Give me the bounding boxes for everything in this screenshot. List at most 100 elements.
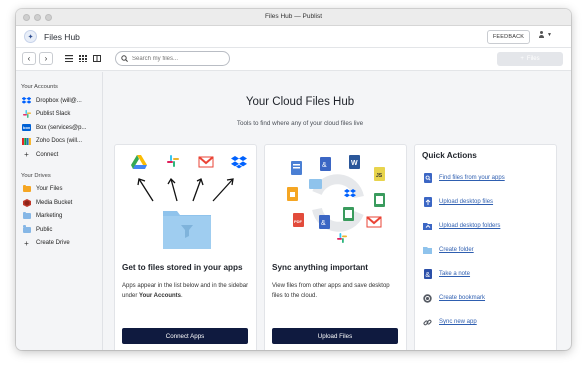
drives-heading: Your Drives <box>21 172 51 179</box>
card-body: Apps appear in the list below and in the… <box>122 281 250 301</box>
app-header: ✦ Files Hub FEEDBACK ▼ <box>16 26 571 48</box>
sidebar-item-label: Public <box>36 226 53 233</box>
quick-actions-title: Quick Actions <box>422 151 477 160</box>
main-content: Your Cloud Files Hub Tools to find where… <box>104 72 571 350</box>
quick-action-take-note[interactable]: & Take a note <box>423 269 470 279</box>
plus-icon: + <box>24 238 29 248</box>
quick-action-create-bookmark[interactable]: Create bookmark <box>423 293 485 303</box>
folder-icon <box>22 184 31 193</box>
user-icon <box>538 31 545 38</box>
grid-view-icon <box>79 55 87 62</box>
quick-action-create-folder[interactable]: Create folder <box>423 245 474 255</box>
folder-icon <box>423 245 432 255</box>
quick-action-label: Upload desktop folders <box>439 223 501 229</box>
back-button[interactable]: ‹ <box>22 52 36 65</box>
user-menu[interactable]: ▼ <box>538 31 552 38</box>
dropbox-icon <box>231 156 247 169</box>
app-window: Files Hub — Publist ✦ Files Hub FEEDBACK… <box>16 9 571 350</box>
folder-icon <box>22 225 31 233</box>
bucket-icon <box>22 198 31 207</box>
svg-text:W: W <box>351 160 358 167</box>
list-view-button[interactable] <box>62 52 76 65</box>
connect-apps-button[interactable]: Connect Apps <box>122 328 248 344</box>
folder-icon <box>22 211 31 220</box>
create-drive-button[interactable]: + Create Drive <box>16 237 102 251</box>
card-title: Sync anything important <box>272 263 368 272</box>
quick-actions-panel: Quick Actions Find files from your apps … <box>414 144 557 350</box>
sidebar-item-label: Box (services@p... <box>36 124 87 131</box>
forward-button[interactable]: › <box>39 52 53 65</box>
sidebar-item-your-files[interactable]: Your Files <box>16 183 102 197</box>
slack-icon <box>22 110 31 119</box>
dropbox-icon <box>22 96 31 105</box>
sync-card: & W JS PDF & Sync anything important Vie… <box>264 144 407 350</box>
sidebar-item-slack[interactable]: Publist Slack <box>16 108 102 122</box>
chevron-right-icon: › <box>44 54 48 63</box>
sidebar: Your Accounts Dropbox (will@... Publist … <box>16 72 103 350</box>
view-mode-group <box>62 52 104 65</box>
sidebar-item-label: Marketing <box>36 213 63 220</box>
sync-files-illustration: & W JS PDF & <box>287 155 385 243</box>
box-icon: box <box>22 124 31 132</box>
grid-view-button[interactable] <box>76 52 90 65</box>
quick-action-label: Find files from your apps <box>439 175 505 181</box>
sidebar-item-label: Publist Slack <box>36 111 71 118</box>
note-icon: & <box>423 269 432 279</box>
search-input[interactable] <box>132 55 222 62</box>
sidebar-item-media-bucket[interactable]: Media Bucket <box>16 196 102 210</box>
create-drive-label: Create Drive <box>36 240 70 247</box>
sidebar-item-label: Media Bucket <box>36 199 73 206</box>
quick-action-sync-app[interactable]: Sync new app <box>423 317 477 327</box>
zoho-icon <box>22 137 31 145</box>
connect-button[interactable]: + Connect <box>16 148 102 162</box>
sidebar-item-dropbox[interactable]: Dropbox (will@... <box>16 94 102 108</box>
svg-text:&: & <box>321 220 326 227</box>
quick-action-label: Upload desktop files <box>439 199 494 205</box>
svg-text:&: & <box>425 272 430 279</box>
search-icon <box>121 55 128 62</box>
page-subtitle: Tools to find where any of your cloud fi… <box>236 120 364 127</box>
column-view-button[interactable] <box>90 52 104 65</box>
publist-logo-icon: ✦ <box>24 30 37 43</box>
toolbar: ‹ › + Files <box>16 48 571 71</box>
window-title: Files Hub — Publist <box>264 13 323 20</box>
folder-icon <box>163 211 211 249</box>
quick-action-find-files[interactable]: Find files from your apps <box>423 173 505 183</box>
quick-action-label: Create folder <box>439 247 474 253</box>
svg-text:JS: JS <box>376 173 383 179</box>
plus-icon: + <box>520 56 524 62</box>
apps-to-folder-illustration <box>131 155 247 249</box>
connect-label: Connect <box>36 151 59 158</box>
chevron-left-icon: ‹ <box>27 54 31 63</box>
quick-action-label: Create bookmark <box>439 295 486 301</box>
bookmark-icon <box>423 293 432 303</box>
upload-file-icon <box>423 197 432 207</box>
sidebar-item-zoho[interactable]: Zoho Docs (will... <box>16 135 102 149</box>
svg-text:PDF: PDF <box>294 219 303 224</box>
card-body-end: . <box>181 293 183 299</box>
plus-icon: + <box>24 150 29 160</box>
sidebar-item-label: Your Files <box>36 186 63 193</box>
search-box[interactable] <box>115 51 230 66</box>
card-title: Get to files stored in your apps <box>122 263 243 272</box>
sidebar-item-marketing[interactable]: Marketing <box>16 210 102 224</box>
sidebar-item-public[interactable]: Public <box>16 223 102 237</box>
card-body: View files from other apps and save desk… <box>272 283 390 299</box>
feedback-button[interactable]: FEEDBACK <box>487 30 530 44</box>
sidebar-item-box[interactable]: box Box (services@p... <box>16 121 102 135</box>
chevron-down-icon: ▼ <box>547 31 552 38</box>
link-icon <box>423 317 432 327</box>
quick-action-upload-files[interactable]: Upload desktop files <box>423 197 493 207</box>
column-view-icon <box>93 55 101 62</box>
arrow-icons <box>137 177 234 202</box>
svg-text:box: box <box>23 125 31 130</box>
card-body-bold: Your Accounts <box>139 293 182 299</box>
sidebar-item-label: Zoho Docs (will... <box>36 138 83 145</box>
add-files-button[interactable]: + Files <box>497 52 563 66</box>
svg-text:&: & <box>322 162 327 169</box>
slack-icon <box>167 155 179 167</box>
title-bar: Files Hub — Publist <box>16 9 571 26</box>
quick-action-label: Sync new app <box>439 319 477 325</box>
quick-action-upload-folders[interactable]: Upload desktop folders <box>423 221 500 231</box>
upload-files-button[interactable]: Upload Files <box>272 328 398 344</box>
